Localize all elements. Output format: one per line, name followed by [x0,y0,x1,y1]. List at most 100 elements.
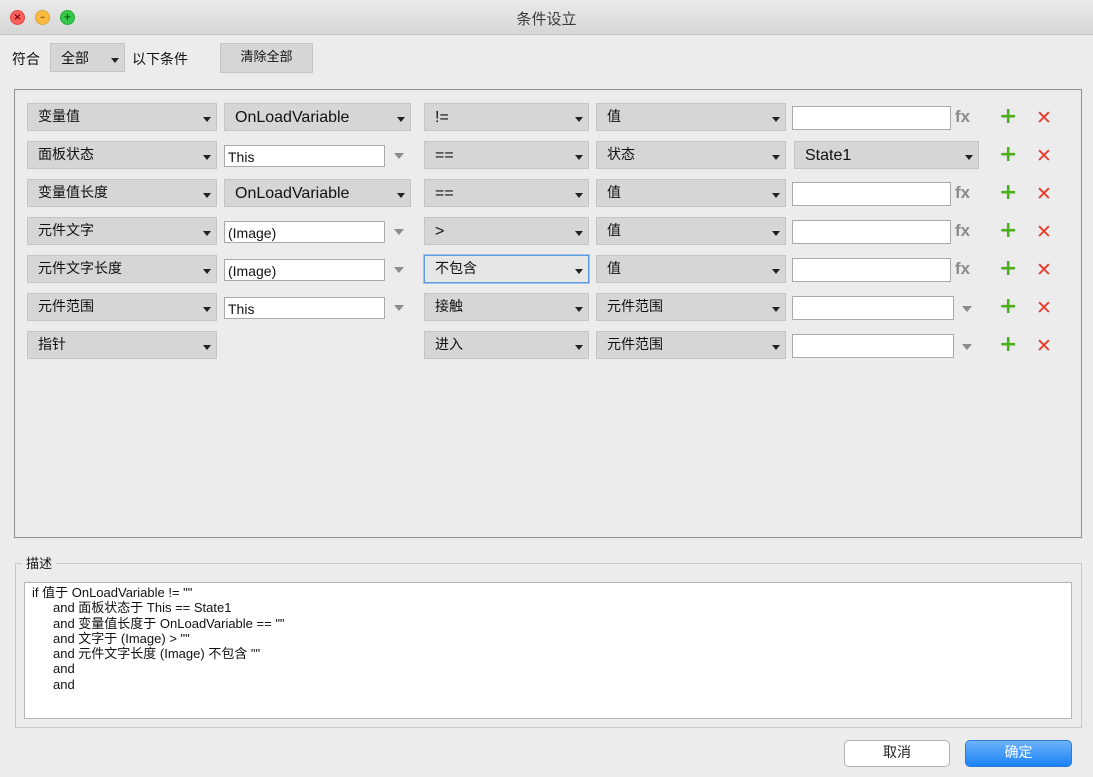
value-type-dropdown[interactable]: 值 [596,217,786,245]
widget-combo-input[interactable] [792,334,954,358]
following-conditions-label: 以下条件 [132,52,188,68]
clear-all-button[interactable]: 清除全部 [220,43,313,73]
description-line: and 面板状态于 This == State1 [53,600,232,616]
chevron-down-icon [203,155,211,160]
delete-row-icon[interactable]: ✕ [1036,298,1052,318]
value-type-dropdown[interactable]: 值 [596,103,786,131]
condition-type-value: 指针 [38,337,66,353]
chevron-down-icon[interactable] [394,229,404,235]
value-type-dropdown[interactable]: 值 [596,179,786,207]
chevron-down-icon[interactable] [962,306,972,312]
operator-dropdown[interactable]: != [424,103,589,131]
fx-icon[interactable]: fx [955,221,970,241]
value-type-value: 状态 [607,147,635,163]
operator-dropdown[interactable]: 不包含 [424,255,589,283]
chevron-down-icon[interactable] [962,344,972,350]
chevron-down-icon [203,269,211,274]
target-value: OnLoadVariable [235,109,350,126]
operator-dropdown[interactable]: > [424,217,589,245]
chevron-down-icon [575,307,583,312]
operator-value: 进入 [435,337,463,353]
chevron-down-icon[interactable] [394,267,404,273]
value-input[interactable] [792,106,951,130]
value-type-value: 值 [607,109,621,125]
target-combo-input[interactable]: (Image) [224,221,385,243]
condition-type-dropdown[interactable]: 元件文字 [27,217,217,245]
chevron-down-icon [203,231,211,236]
state-dropdown[interactable]: State1 [794,141,979,169]
add-row-icon[interactable]: + [999,220,1017,242]
delete-row-icon[interactable]: ✕ [1036,184,1052,204]
fx-icon[interactable]: fx [955,107,970,127]
add-row-icon[interactable]: + [999,296,1017,318]
value-type-dropdown[interactable]: 值 [596,255,786,283]
value-type-dropdown[interactable]: 元件范围 [596,293,786,321]
condition-type-value: 面板状态 [38,147,94,163]
description-text: if 值于 OnLoadVariable != "" and 面板状态于 Thi… [24,582,1072,719]
condition-type-dropdown[interactable]: 元件文字长度 [27,255,217,283]
delete-row-icon[interactable]: ✕ [1036,108,1052,128]
ok-button[interactable]: 确定 [965,740,1072,767]
operator-dropdown[interactable]: == [424,141,589,169]
operator-value: != [435,109,449,126]
fx-icon[interactable]: fx [955,183,970,203]
chevron-down-icon[interactable] [394,153,404,159]
chevron-down-icon [203,193,211,198]
delete-row-icon[interactable]: ✕ [1036,260,1052,280]
condition-type-value: 元件文字长度 [38,261,122,277]
cancel-button[interactable]: 取消 [844,740,950,767]
condition-type-dropdown[interactable]: 指针 [27,331,217,359]
value-input[interactable] [792,258,951,282]
condition-type-dropdown[interactable]: 面板状态 [27,141,217,169]
description-label: 描述 [22,553,57,572]
match-mode-dropdown[interactable]: 全部 [50,43,125,72]
match-mode-value: 全部 [61,51,89,67]
value-input[interactable] [792,182,951,206]
operator-dropdown[interactable]: == [424,179,589,207]
target-combo-input[interactable]: This [224,297,385,319]
operator-dropdown[interactable]: 进入 [424,331,589,359]
value-type-dropdown[interactable]: 元件范围 [596,331,786,359]
operator-dropdown[interactable]: 接触 [424,293,589,321]
add-row-icon[interactable]: + [999,144,1017,166]
chevron-down-icon [772,269,780,274]
description-line: and 元件文字长度 (Image) 不包含 "" [53,646,261,662]
condition-type-dropdown[interactable]: 变量值 [27,103,217,131]
value-type-dropdown[interactable]: 状态 [596,141,786,169]
add-row-icon[interactable]: + [999,334,1017,356]
target-combo-input[interactable]: This [224,145,385,167]
value-input[interactable] [792,220,951,244]
state-value: State1 [805,147,852,164]
fx-icon[interactable]: fx [955,259,970,279]
value-type-value: 值 [607,185,621,201]
add-row-icon[interactable]: + [999,258,1017,280]
chevron-down-icon [772,345,780,350]
chevron-down-icon [203,307,211,312]
delete-row-icon[interactable]: ✕ [1036,222,1052,242]
delete-row-icon[interactable]: ✕ [1036,146,1052,166]
target-value: OnLoadVariable [235,185,350,202]
condition-type-dropdown[interactable]: 变量值长度 [27,179,217,207]
target-dropdown[interactable]: OnLoadVariable [224,103,411,131]
description-line: and 文字于 (Image) > "" [53,630,190,646]
delete-row-icon[interactable]: ✕ [1036,336,1052,356]
value-type-value: 元件范围 [607,299,663,315]
chevron-down-icon [772,193,780,198]
operator-value: 不包含 [435,261,477,277]
add-row-icon[interactable]: + [999,182,1017,204]
chevron-down-icon [575,155,583,160]
chevron-down-icon[interactable] [394,305,404,311]
chevron-down-icon [575,269,583,274]
value-type-value: 值 [607,261,621,277]
add-row-icon[interactable]: + [999,106,1017,128]
condition-type-dropdown[interactable]: 元件范围 [27,293,217,321]
target-combo-input[interactable]: (Image) [224,259,385,281]
condition-type-value: 变量值 [38,109,80,125]
widget-combo-input[interactable] [792,296,954,320]
chevron-down-icon [575,345,583,350]
target-dropdown[interactable]: OnLoadVariable [224,179,411,207]
chevron-down-icon [575,117,583,122]
condition-type-value: 变量值长度 [38,185,108,201]
chevron-down-icon [397,193,405,198]
chevron-down-icon [965,155,973,160]
